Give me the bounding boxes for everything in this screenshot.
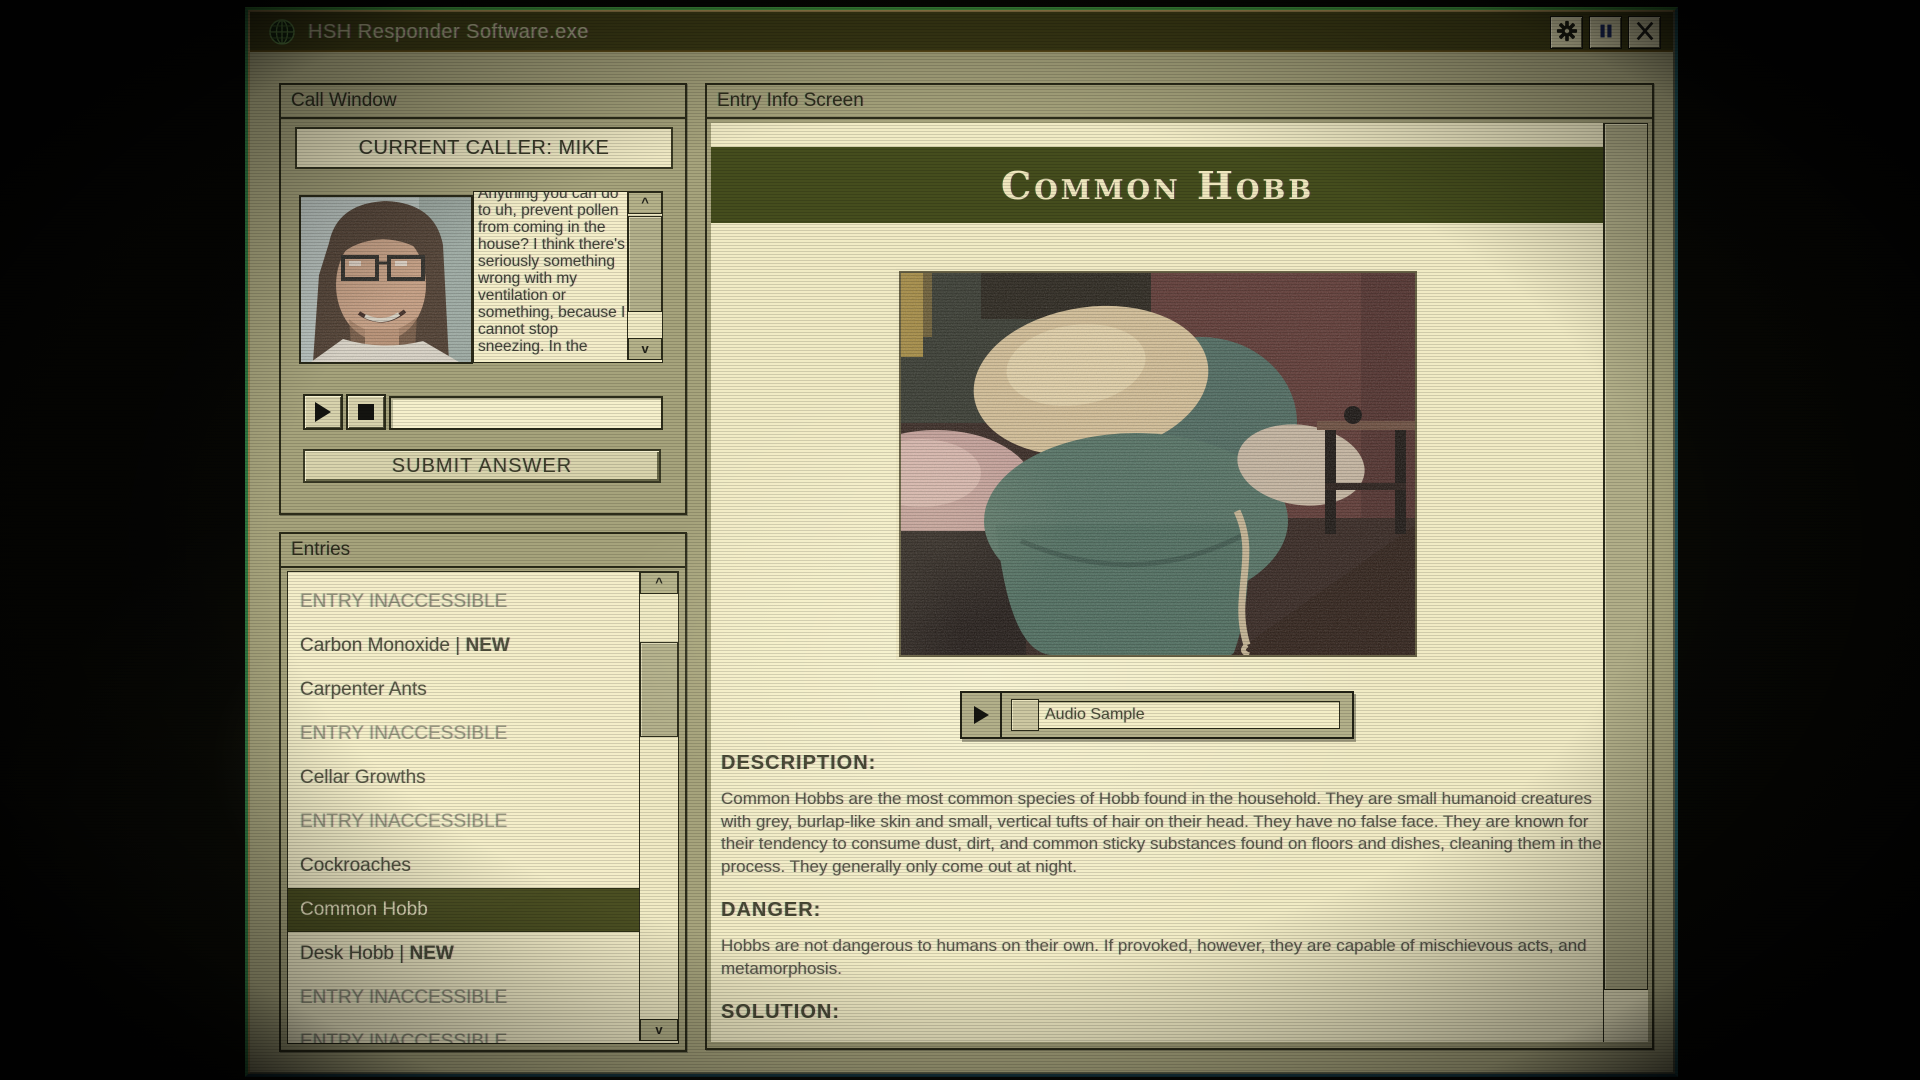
submit-answer-button[interactable]: SUBMIT ANSWER <box>303 449 661 483</box>
current-caller-banner: CURRENT CALLER: MIKE <box>295 127 673 169</box>
entries-list-items: ENTRY INACCESSIBLECarbon Monoxide | NEWC… <box>288 572 640 1044</box>
gear-icon <box>1556 20 1578 45</box>
call-progress-bar <box>389 396 663 430</box>
call-audio-controls <box>303 394 663 430</box>
crt-screen: HSH Responder Software.exe <box>0 0 1920 1080</box>
close-button[interactable] <box>1628 16 1661 49</box>
entry-label: Carpenter Ants <box>300 679 427 700</box>
audio-sample-label: Audio Sample <box>1045 706 1145 724</box>
chevron-down-icon: v <box>641 341 648 356</box>
window-controls <box>1550 16 1661 49</box>
slider-handle[interactable] <box>1011 699 1039 731</box>
call-window-panel: Call Window CURRENT CALLER: MIKE <box>279 83 687 515</box>
entry-title-banner: Common Hobb <box>711 147 1604 223</box>
entry-photo <box>899 271 1417 657</box>
new-badge: NEW <box>410 943 454 964</box>
entry-label: Cellar Growths <box>300 767 426 788</box>
section-body: Hobbs are not dangerous to humans on the… <box>721 935 1607 980</box>
caller-photo <box>299 195 473 364</box>
entry-info-scrollbar[interactable] <box>1603 123 1648 1042</box>
entry-label: Desk Hobb <box>300 943 394 964</box>
globe-icon <box>268 18 296 46</box>
call-window-panel-title: Call Window <box>281 85 685 119</box>
entry-info-panel-title: Entry Info Screen <box>707 85 1652 119</box>
pause-button[interactable] <box>1589 16 1622 49</box>
entries-panel-title: Entries <box>281 534 685 568</box>
audio-sample-slider[interactable]: Audio Sample <box>1012 701 1340 729</box>
section-body: Common Hobbs are the most common species… <box>721 788 1607 878</box>
entry-label: Cockroaches <box>300 855 411 876</box>
entry-label: ENTRY INACCESSIBLE <box>300 1031 507 1044</box>
entry-label: ENTRY INACCESSIBLE <box>300 723 507 744</box>
scroll-up-button[interactable]: ^ <box>640 572 678 594</box>
section-heading: DESCRIPTION: <box>721 752 1607 775</box>
entries-scrollbar[interactable]: ^ v <box>639 572 678 1041</box>
entry-info-panel: Entry Info Screen Common Hobb <box>705 83 1654 1050</box>
play-icon <box>974 706 989 724</box>
stop-icon <box>358 404 374 420</box>
close-icon <box>1634 20 1656 45</box>
entries-list-item[interactable]: Common Hobb <box>288 888 640 932</box>
entry-label: Common Hobb <box>300 899 428 920</box>
entries-list-item[interactable]: ENTRY INACCESSIBLE <box>288 580 640 624</box>
chevron-down-icon: v <box>655 1022 662 1037</box>
app-window: HSH Responder Software.exe <box>245 7 1678 1077</box>
new-badge: NEW <box>465 635 509 656</box>
stop-call-button[interactable] <box>346 394 386 430</box>
transcript-scrollbar[interactable]: ^ v <box>627 192 662 360</box>
badge-separator: | <box>394 943 410 964</box>
entries-list-item[interactable]: Cellar Growths <box>288 756 640 800</box>
entries-list-item[interactable]: Carbon Monoxide | NEW <box>288 624 640 668</box>
entry-info-content: Common Hobb <box>711 123 1648 1042</box>
entry-label: Carbon Monoxide <box>300 635 450 656</box>
entry-label: ENTRY INACCESSIBLE <box>300 987 507 1008</box>
entries-panel: Entries ENTRY INACCESSIBLE Carbon Monoxid… <box>279 532 687 1052</box>
entries-list-item[interactable]: ENTRY INACCESSIBLE <box>288 1020 640 1044</box>
caller-transcript-text: Anything you can do to uh, prevent polle… <box>478 191 627 362</box>
play-call-button[interactable] <box>303 394 343 430</box>
entries-list-item[interactable]: Desk Hobb | NEW <box>288 932 640 976</box>
entries-list-item[interactable]: ENTRY INACCESSIBLE <box>288 976 640 1020</box>
scroll-up-button[interactable]: ^ <box>628 192 662 214</box>
entry-sections: DESCRIPTION: Common Hobbs are the most co… <box>721 752 1607 1037</box>
badge-separator: | <box>450 635 466 656</box>
caller-transcript[interactable]: Anything you can do to uh, prevent polle… <box>473 191 663 363</box>
entries-list-item[interactable]: Cockroaches <box>288 844 640 888</box>
chevron-up-icon: ^ <box>655 575 663 590</box>
section-heading: SOLUTION: <box>721 1001 1607 1024</box>
scrollbar-thumb[interactable] <box>1604 123 1648 990</box>
entry-label: ENTRY INACCESSIBLE <box>300 591 507 612</box>
play-icon <box>315 402 331 422</box>
chevron-up-icon: ^ <box>641 195 649 210</box>
title-bar: HSH Responder Software.exe <box>250 12 1673 52</box>
window-title: HSH Responder Software.exe <box>308 21 589 44</box>
settings-button[interactable] <box>1550 16 1583 49</box>
entries-list-item[interactable]: Carpenter Ants <box>288 668 640 712</box>
scrollbar-thumb[interactable] <box>640 642 678 737</box>
scrollbar-thumb[interactable] <box>628 216 662 312</box>
entries-list-item[interactable]: ENTRY INACCESSIBLE <box>288 712 640 756</box>
audio-sample-player: Audio Sample <box>960 691 1354 739</box>
section-heading: DANGER: <box>721 899 1607 922</box>
entries-listbox: ENTRY INACCESSIBLECarbon Monoxide | NEWC… <box>287 571 679 1044</box>
scroll-down-button[interactable]: v <box>640 1019 678 1041</box>
entries-list-item[interactable]: ENTRY INACCESSIBLE <box>288 800 640 844</box>
entry-label: ENTRY INACCESSIBLE <box>300 811 507 832</box>
scroll-down-button[interactable]: v <box>628 338 662 360</box>
pause-icon <box>1595 20 1617 45</box>
play-audio-sample-button[interactable] <box>962 693 1002 737</box>
